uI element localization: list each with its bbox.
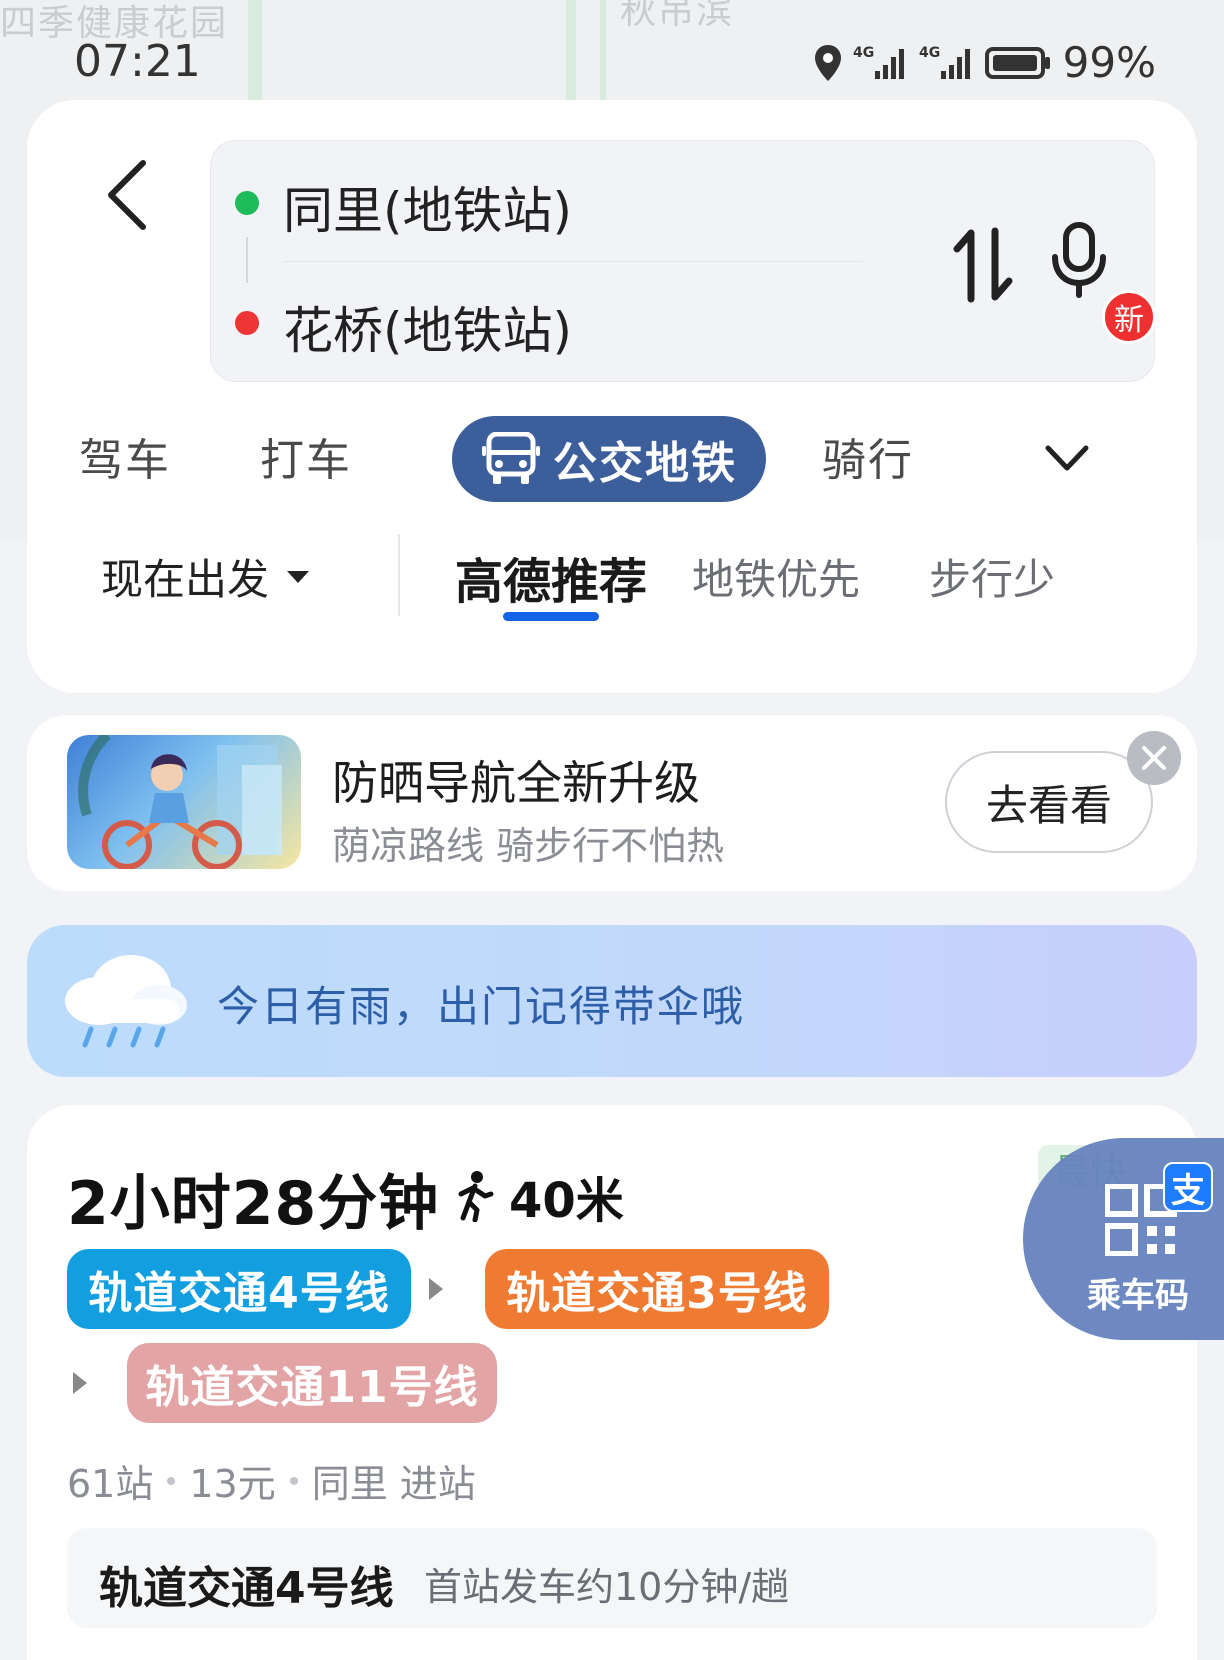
route-duration: 2小时28分钟 <box>67 1169 440 1239</box>
pref-tab-overflow[interactable] <box>1189 546 1197 598</box>
signal-4g-icon: 4G <box>919 45 970 79</box>
weather-tip: 今日有雨，出门记得带伞哦 <box>27 925 1197 1077</box>
entry-station: 同里 进站 <box>311 1462 476 1506</box>
battery-percent: 99% <box>1062 38 1156 87</box>
caret-down-icon <box>287 570 310 583</box>
swap-icon <box>953 227 1013 303</box>
line-info-name: 轨道交通4号线 <box>99 1563 394 1614</box>
signal-4g-icon: 4G <box>853 45 904 79</box>
status-bar: 07:21 4G 4G 99% <box>0 30 1224 90</box>
meta-separator <box>167 1476 176 1485</box>
transfer-arrow-icon <box>429 1278 443 1300</box>
meta-separator <box>289 1476 298 1485</box>
depart-time-label: 现在出发 <box>101 555 270 604</box>
rain-cloud-icon <box>59 945 189 1055</box>
line-badge-4: 轨道交通4号线 <box>67 1249 411 1329</box>
chevron-left-icon <box>108 160 146 230</box>
voice-input-button[interactable] <box>1049 221 1109 301</box>
start-dot <box>235 191 259 215</box>
end-dot <box>235 311 259 335</box>
promo-title: 防晒导航全新升级 <box>332 756 700 810</box>
depart-time-selector[interactable]: 现在出发 <box>101 546 311 607</box>
tab-taxi[interactable]: 打车 <box>260 424 352 488</box>
tab-cycling[interactable]: 骑行 <box>822 424 914 488</box>
svg-text:4G: 4G <box>853 45 874 61</box>
route-meta: 61站 13元 同里 进站 <box>67 1453 476 1508</box>
close-icon <box>1142 746 1166 770</box>
status-icons: 4G 4G 99% <box>813 38 1156 87</box>
ride-code-label: 乘车码 <box>1087 1276 1189 1316</box>
walk-distance-value: 40米 <box>509 1173 624 1229</box>
pref-tab-less-walking[interactable]: 步行少 <box>929 546 1055 607</box>
back-button[interactable] <box>87 150 167 240</box>
tab-drive[interactable]: 驾车 <box>79 424 171 488</box>
route-connector <box>246 237 248 283</box>
promo-image <box>67 735 301 869</box>
battery-icon <box>984 46 1050 79</box>
pref-tab-subway-first[interactable]: 地铁优先 <box>692 546 860 607</box>
tab-transit[interactable]: 公交地铁 <box>452 416 766 502</box>
line-badge-3: 轨道交通3号线 <box>485 1249 829 1329</box>
swap-button[interactable] <box>953 227 1013 303</box>
station-count: 61站 <box>67 1462 154 1506</box>
walk-distance: 40米 <box>455 1161 624 1231</box>
active-tab-indicator <box>503 612 599 621</box>
end-location-field[interactable]: 花桥(地铁站) <box>283 291 572 363</box>
new-badge: 新 <box>1102 290 1156 344</box>
alipay-icon: 支 <box>1163 1162 1213 1212</box>
preference-separator <box>398 534 400 616</box>
transfer-arrow-icon <box>73 1372 87 1394</box>
status-time: 07:21 <box>74 36 201 87</box>
more-modes-button[interactable] <box>1042 428 1092 488</box>
walking-icon <box>458 1171 494 1222</box>
svg-text:4G: 4G <box>919 45 940 61</box>
weather-message: 今日有雨，出门记得带伞哦 <box>217 982 746 1031</box>
map-label: 秋吊滨 <box>620 0 735 32</box>
promo-banner[interactable]: 防晒导航全新升级 荫凉路线 骑步行不怕热 去看看 <box>27 715 1197 891</box>
line-badge-11: 轨道交通11号线 <box>127 1343 497 1423</box>
route-result-card[interactable]: 2小时28分钟 40米 轨道交通4号线 轨道交通3号线 轨道交通11号线 61站… <box>27 1105 1197 1660</box>
microphone-icon <box>1052 222 1106 298</box>
route-search-card: 同里(地铁站) 花桥(地铁站) 驾车 打车 公交地铁 骑行 现在出发 高德推荐 … <box>27 100 1197 693</box>
line-info-frequency: 首站发车约10分钟/趟 <box>424 1565 790 1609</box>
bus-icon <box>482 432 540 484</box>
promo-subtitle: 荫凉路线 骑步行不怕热 <box>332 824 725 868</box>
line-info-row: 轨道交通4号线 首站发车约10分钟/趟 <box>67 1528 1157 1628</box>
promo-go-button[interactable]: 去看看 <box>945 751 1153 853</box>
route-divider <box>283 261 863 262</box>
ride-code-button[interactable]: 支 乘车码 <box>1023 1138 1224 1340</box>
travel-mode-tabs: 驾车 打车 公交地铁 骑行 <box>27 410 1197 502</box>
fare: 13元 <box>189 1462 276 1506</box>
tab-transit-label: 公交地铁 <box>553 438 737 489</box>
start-location-field[interactable]: 同里(地铁站) <box>283 171 572 243</box>
pref-tab-recommended[interactable]: 高德推荐 <box>455 542 647 612</box>
promo-close-button[interactable] <box>1127 731 1181 785</box>
route-input-box: 同里(地铁站) 花桥(地铁站) <box>210 140 1155 382</box>
chevron-down-icon <box>1045 445 1089 471</box>
location-icon <box>814 44 841 81</box>
preference-row: 现在出发 高德推荐 地铁优先 步行少 <box>27 530 1197 640</box>
